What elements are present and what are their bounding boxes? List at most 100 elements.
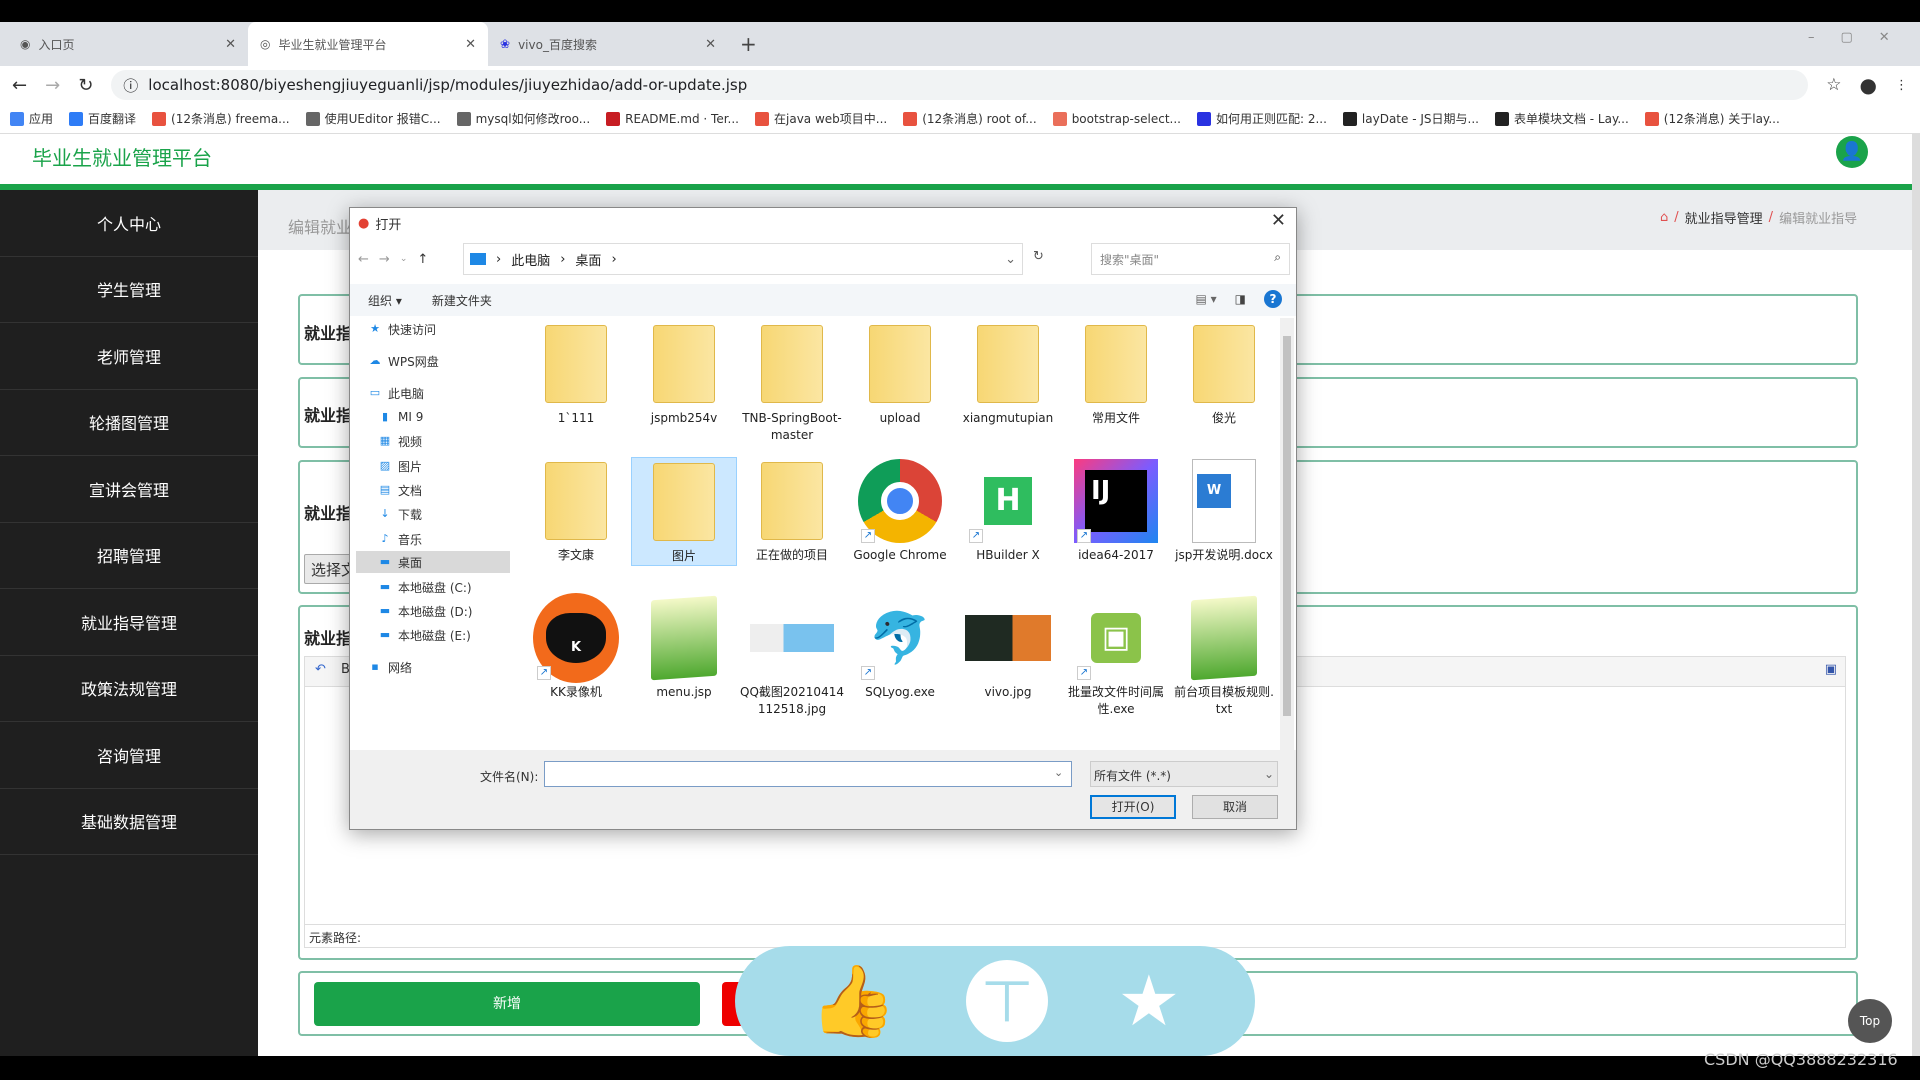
nav-item[interactable]: ▬ 桌面 xyxy=(356,551,510,573)
sidebar-item[interactable]: 宣讲会管理 xyxy=(0,456,258,523)
breadcrumb-parent[interactable]: 就业指导管理 xyxy=(1685,208,1763,227)
sidebar-item[interactable]: 学生管理 xyxy=(0,257,258,323)
sidebar-item[interactable]: 老师管理 xyxy=(0,323,258,390)
search-input[interactable]: 搜索"桌面" ⌕ xyxy=(1091,243,1290,275)
scrollbar-thumb[interactable] xyxy=(1283,336,1291,716)
recent-dropdown-icon[interactable]: ⌄ xyxy=(400,254,408,264)
back-icon[interactable]: ← xyxy=(358,252,369,267)
nav-item[interactable]: ▪ 网络 xyxy=(356,656,510,678)
nav-item[interactable]: ▬ 本地磁盘 (D:) xyxy=(356,600,510,622)
filename-dropdown-icon[interactable]: ⌄ xyxy=(1054,766,1063,779)
user-avatar[interactable]: 👤 xyxy=(1836,136,1868,168)
sidebar-item[interactable]: 个人中心 xyxy=(0,190,258,257)
bookmark-item[interactable]: bootstrap-select... xyxy=(1052,111,1181,126)
forward-icon[interactable]: → xyxy=(379,252,390,267)
nav-item[interactable]: ▤ 文档 xyxy=(356,479,510,501)
file-item[interactable]: 🐬 ↗ SQLyog.exe xyxy=(847,594,953,701)
sidebar-item[interactable]: 就业指导管理 xyxy=(0,589,258,656)
nav-item[interactable]: ▨ 图片 xyxy=(356,455,510,477)
file-item[interactable]: 前台项目模板规则.txt xyxy=(1171,594,1277,718)
file-item[interactable]: menu.jsp xyxy=(631,594,737,701)
tab-baidu[interactable]: ❀ vivo_百度搜索 ✕ xyxy=(488,22,728,66)
bookmark-item[interactable]: 如何用正则匹配: 2... xyxy=(1196,110,1327,127)
file-item[interactable]: vivo.jpg xyxy=(955,594,1061,701)
sidebar-item[interactable]: 政策法规管理 xyxy=(0,656,258,722)
window-controls[interactable]: –▢✕ xyxy=(1808,30,1916,45)
path-dropdown-icon[interactable]: ⌄ xyxy=(1005,252,1016,267)
nav-item[interactable]: ▮ MI 9 xyxy=(356,406,510,428)
tab-platform[interactable]: ◎ 毕业生就业管理平台 ✕ xyxy=(248,22,488,66)
add-button[interactable]: 新增 xyxy=(314,982,700,1026)
menu-icon[interactable]: ⋮ xyxy=(1895,78,1908,93)
back-to-top-button[interactable]: Top xyxy=(1848,999,1892,1043)
file-item[interactable]: 俊光 xyxy=(1171,320,1277,427)
file-item[interactable]: TNB-SpringBoot-master xyxy=(739,320,845,444)
path-segment[interactable]: 桌面 xyxy=(575,250,601,269)
coin-icon[interactable]: 丅 xyxy=(966,960,1049,1042)
file-item[interactable]: ↗ Google Chrome xyxy=(847,457,953,564)
new-folder-button[interactable]: 新建文件夹 xyxy=(432,292,492,309)
nav-item[interactable]: ▭ 此电脑 xyxy=(356,382,510,404)
sidebar-item[interactable]: 轮播图管理 xyxy=(0,390,258,456)
file-item[interactable]: 李文康 xyxy=(523,457,629,564)
refresh-icon[interactable]: ↻ xyxy=(1033,249,1044,264)
file-item[interactable]: upload xyxy=(847,320,953,427)
bookmark-item[interactable]: README.md · Ter... xyxy=(606,111,739,126)
nav-item[interactable]: ▦ 视频 xyxy=(356,430,510,452)
file-item[interactable]: xiangmutupian xyxy=(955,320,1061,427)
bookmark-star-icon[interactable]: ☆ xyxy=(1826,75,1841,95)
nav-item[interactable]: ☁ WPS网盘 xyxy=(356,350,510,372)
close-icon[interactable]: ✕ xyxy=(1271,210,1286,231)
file-item[interactable]: ▣ ↗ 批量改文件时间属性.exe xyxy=(1063,594,1169,718)
sidebar-item[interactable]: 咨询管理 xyxy=(0,722,258,789)
preview-icon[interactable]: ▣ xyxy=(1825,662,1837,677)
tab-entry[interactable]: ◉ 入口页 ✕ xyxy=(8,22,248,66)
forward-icon[interactable]: → xyxy=(45,75,60,96)
sidebar-item[interactable]: 基础数据管理 xyxy=(0,789,258,855)
file-item[interactable]: 常用文件 xyxy=(1063,320,1169,427)
undo-icon[interactable]: ↶ xyxy=(315,662,326,677)
back-icon[interactable]: ← xyxy=(12,75,27,96)
file-item[interactable]: H ↗ HBuilder X xyxy=(955,457,1061,564)
open-button[interactable]: 打开(O) xyxy=(1090,795,1176,819)
bookmark-item[interactable]: (12条消息) freema... xyxy=(152,110,290,127)
bookmark-item[interactable]: 在java web项目中... xyxy=(755,110,887,127)
up-icon[interactable]: ↑ xyxy=(417,252,428,267)
file-item[interactable]: K ↗ KK录像机 xyxy=(523,593,629,701)
thumbs-up-icon[interactable]: 👍 xyxy=(810,966,897,1036)
file-item[interactable]: IJ ↗ idea64-2017 xyxy=(1063,457,1169,564)
bookmark-item[interactable]: 表单模块文档 - Lay... xyxy=(1494,110,1629,127)
url-input[interactable]: ⓘ localhost:8080/biyeshengjiuyeguanli/jsp… xyxy=(111,70,1809,100)
file-item[interactable]: Wjsp开发说明.docx xyxy=(1171,457,1277,564)
cancel-button[interactable]: 取消 xyxy=(1192,795,1278,819)
file-item[interactable]: 图片 xyxy=(631,457,737,566)
sidebar-item[interactable]: 招聘管理 xyxy=(0,523,258,589)
bookmark-item[interactable]: 应用 xyxy=(10,110,53,127)
star-icon[interactable]: ★ xyxy=(1118,966,1181,1036)
page-scrollbar[interactable] xyxy=(1912,134,1920,1056)
path-segment[interactable]: 此电脑 xyxy=(511,250,550,269)
home-icon[interactable]: ⌂ xyxy=(1660,210,1668,225)
filename-input[interactable] xyxy=(544,761,1072,787)
nav-item[interactable]: ★ 快速访问 xyxy=(356,318,510,340)
bookmark-item[interactable]: mysql如何修改roo... xyxy=(456,110,590,127)
file-type-select[interactable]: 所有文件 (*.*) ⌄ xyxy=(1090,761,1278,787)
bookmark-item[interactable]: 百度翻译 xyxy=(69,110,136,127)
bookmark-item[interactable]: (12条消息) 关于lay... xyxy=(1644,110,1780,127)
file-item[interactable]: QQ截图20210414112518.jpg xyxy=(739,594,845,718)
preview-pane-icon[interactable]: ◨ xyxy=(1235,292,1246,306)
view-options-icon[interactable]: ▤ ▾ xyxy=(1195,292,1216,306)
help-icon[interactable]: ? xyxy=(1264,290,1282,308)
organize-menu[interactable]: 组织 ▾ xyxy=(368,292,402,309)
profile-icon[interactable]: ● xyxy=(1860,73,1877,97)
bookmark-item[interactable]: (12条消息) root of... xyxy=(903,110,1037,127)
file-grid-scrollbar[interactable] xyxy=(1280,318,1294,750)
close-tab-icon[interactable]: ✕ xyxy=(225,37,236,52)
file-item[interactable]: 正在做的项目 xyxy=(739,457,845,564)
file-item[interactable]: jspmb254v xyxy=(631,320,737,427)
nav-item[interactable]: ↓ 下载 xyxy=(356,503,510,525)
path-breadcrumb[interactable]: › 此电脑 › 桌面 › ⌄ xyxy=(463,243,1023,275)
bookmark-item[interactable]: 使用UEditor 报错C... xyxy=(305,110,441,127)
bookmark-item[interactable]: layDate - JS日期与... xyxy=(1342,110,1479,127)
close-tab-icon[interactable]: ✕ xyxy=(705,37,716,52)
